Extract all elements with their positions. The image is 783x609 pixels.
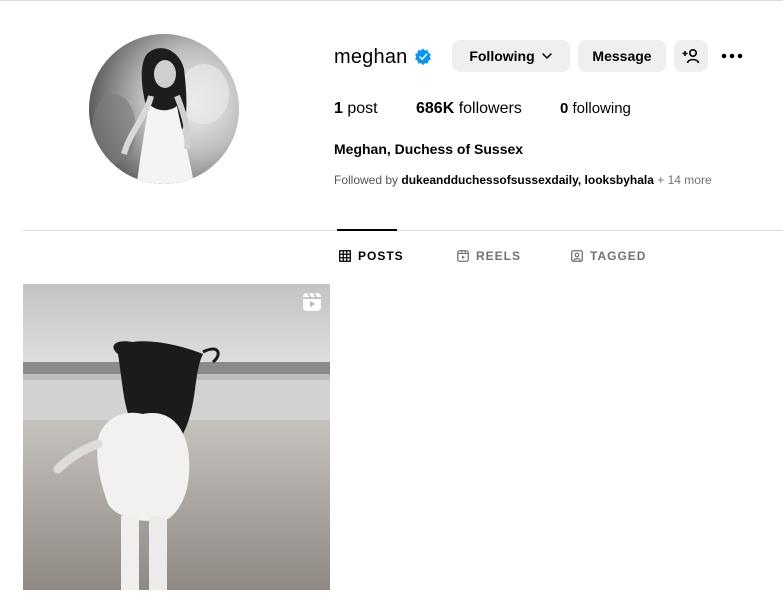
tab-posts[interactable]: POSTS: [339, 249, 404, 263]
posts-count-label: post: [347, 100, 378, 117]
grid-icon: [339, 250, 351, 262]
followers-count[interactable]: 686K followers: [416, 100, 522, 118]
followed-by[interactable]: Followed by dukeandduchessofsussexdaily,…: [334, 173, 712, 187]
tab-reels-label: REELS: [476, 249, 522, 263]
profile-avatar[interactable]: [89, 34, 239, 184]
ghost-artifact: [0, 113, 40, 127]
following-count-label: following: [572, 100, 631, 117]
tab-posts-label: POSTS: [358, 249, 404, 263]
reel-icon: [303, 292, 321, 311]
tab-tagged[interactable]: TAGGED: [571, 249, 646, 263]
followed-by-more: + 14 more: [657, 173, 712, 187]
tab-reels[interactable]: REELS: [457, 249, 521, 263]
message-button-label: Message: [592, 48, 652, 64]
following-count-value: 0: [560, 100, 569, 117]
more-options-icon[interactable]: [720, 45, 744, 67]
active-tab-indicator: [337, 229, 397, 231]
posts-count: 1 post: [334, 100, 378, 118]
tagged-icon: [571, 250, 583, 262]
avatar-photo: [89, 34, 239, 184]
profile-full-name: Meghan, Duchess of Sussex: [334, 141, 524, 157]
top-border: [0, 0, 783, 3]
followed-by-prefix: Followed by: [334, 173, 399, 187]
chevron-down-icon: [541, 53, 552, 60]
posts-count-value: 1: [334, 100, 343, 117]
message-button[interactable]: Message: [578, 40, 666, 72]
post-tile[interactable]: [23, 284, 330, 590]
profile-username: meghan: [334, 46, 408, 68]
verified-badge-icon: [415, 48, 431, 66]
tabs-divider: [23, 230, 783, 231]
following-button-label: Following: [469, 48, 535, 64]
following-count[interactable]: 0 following: [560, 100, 631, 117]
add-user-button[interactable]: [674, 40, 708, 72]
add-user-icon: [682, 48, 700, 64]
followers-count-value: 686K: [416, 100, 455, 117]
followed-by-accounts: dukeandduchessofsussexdaily, looksbyhala: [401, 173, 654, 187]
post-thumbnail: [23, 284, 330, 590]
tab-tagged-label: TAGGED: [590, 249, 647, 263]
following-button[interactable]: Following: [452, 40, 570, 72]
followers-count-label: followers: [458, 100, 522, 117]
reels-icon: [457, 250, 469, 262]
